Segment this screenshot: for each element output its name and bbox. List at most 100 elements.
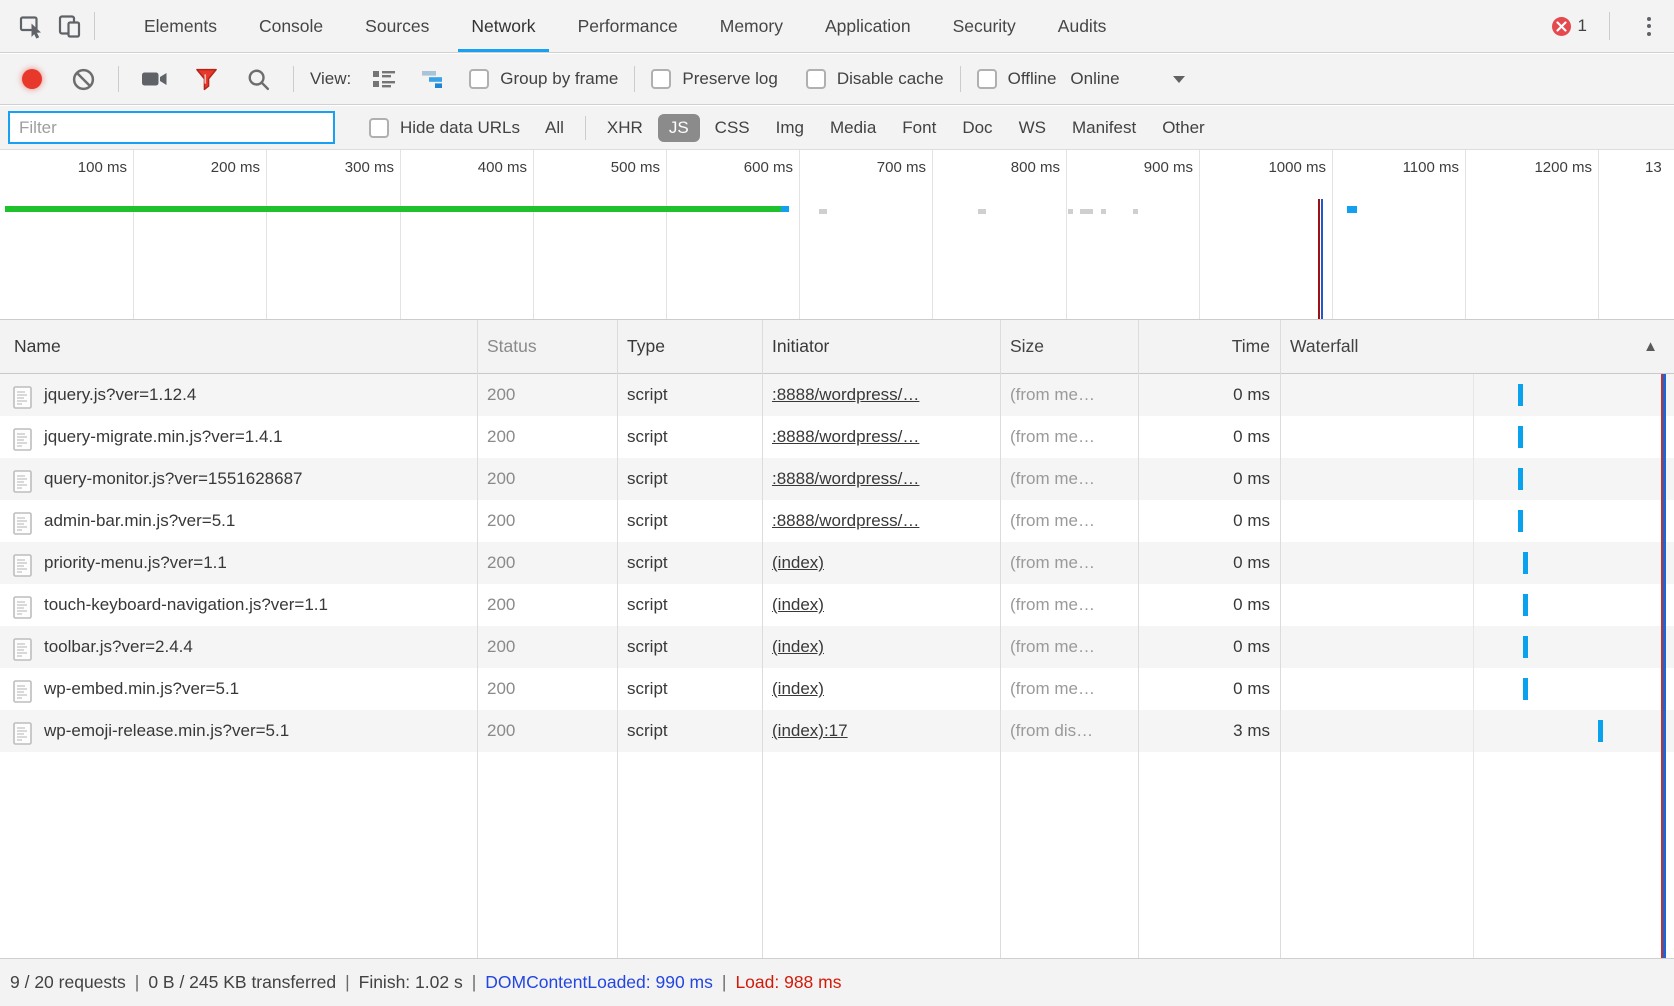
- tab-label: Application: [825, 16, 911, 37]
- request-row[interactable]: jquery-migrate.min.js?ver=1.4.1 200 scri…: [0, 416, 1674, 458]
- device-toolbar-icon[interactable]: [50, 7, 88, 45]
- filter-funnel-icon[interactable]: [187, 60, 225, 98]
- disable-cache-checkbox[interactable]: [806, 69, 826, 89]
- script-file-icon: [13, 425, 32, 448]
- overview-tick-label: 1200 ms: [1502, 159, 1592, 176]
- request-row[interactable]: admin-bar.min.js?ver=5.1 200 script :888…: [0, 500, 1674, 542]
- request-row[interactable]: query-monitor.js?ver=1551628687 200 scri…: [0, 458, 1674, 500]
- request-row[interactable]: wp-embed.min.js?ver=5.1 200 script (inde…: [0, 668, 1674, 710]
- preserve-log-label: Preserve log: [682, 69, 777, 89]
- column-header-status[interactable]: Status: [477, 320, 617, 373]
- initiator-link[interactable]: :8888/wordpress/…: [772, 469, 919, 488]
- column-header-waterfall[interactable]: Waterfall ▲: [1280, 320, 1674, 373]
- offline-toggle[interactable]: Offline: [977, 69, 1057, 89]
- tab-sources[interactable]: Sources: [344, 0, 450, 52]
- initiator-link[interactable]: :8888/wordpress/…: [772, 511, 919, 530]
- divider: [634, 66, 635, 92]
- chevron-down-icon[interactable]: [1172, 69, 1186, 89]
- filter-type-xhr[interactable]: XHR: [596, 114, 654, 142]
- overview-tick-label: 1000 ms: [1236, 159, 1326, 176]
- tab-label: Sources: [365, 16, 429, 37]
- list-view-icon[interactable]: [365, 60, 403, 98]
- script-file-icon: [13, 467, 32, 490]
- tab-console[interactable]: Console: [238, 0, 344, 52]
- overview-request-mark: [1101, 209, 1106, 214]
- request-initiator-cell: (index):17: [762, 710, 1000, 752]
- clear-icon[interactable]: [64, 60, 102, 98]
- request-row[interactable]: priority-menu.js?ver=1.1 200 script (ind…: [0, 542, 1674, 584]
- request-row[interactable]: touch-keyboard-navigation.js?ver=1.1 200…: [0, 584, 1674, 626]
- kebab-menu-icon[interactable]: [1634, 17, 1664, 36]
- timeline-overview[interactable]: 100 ms200 ms300 ms400 ms500 ms600 ms700 …: [0, 150, 1674, 320]
- filter-type-img[interactable]: Img: [765, 114, 815, 142]
- view-label: View:: [310, 69, 351, 89]
- request-name-cell: priority-menu.js?ver=1.1: [0, 542, 477, 584]
- request-initiator-cell: (index): [762, 626, 1000, 668]
- tab-elements[interactable]: Elements: [123, 0, 238, 52]
- waterfall-bar: [1523, 636, 1528, 658]
- inspect-cursor-icon[interactable]: [12, 7, 50, 45]
- sort-ascending-icon[interactable]: ▲: [1643, 320, 1658, 373]
- filter-type-css[interactable]: CSS: [704, 114, 761, 142]
- waterfall-view-icon[interactable]: [417, 60, 455, 98]
- filter-type-js[interactable]: JS: [658, 114, 700, 142]
- initiator-link[interactable]: :8888/wordpress/…: [772, 385, 919, 404]
- initiator-link[interactable]: :8888/wordpress/…: [772, 427, 919, 446]
- record-icon[interactable]: [22, 69, 42, 89]
- filter-type-font[interactable]: Font: [891, 114, 947, 142]
- request-initiator-cell: :8888/wordpress/…: [762, 416, 1000, 458]
- overview-tick-label: 1100 ms: [1369, 159, 1459, 176]
- request-name-cell: touch-keyboard-navigation.js?ver=1.1: [0, 584, 477, 626]
- column-header-type[interactable]: Type: [617, 320, 762, 373]
- request-status: 200: [477, 584, 617, 626]
- tab-memory[interactable]: Memory: [699, 0, 804, 52]
- hide-data-urls-checkbox[interactable]: [369, 118, 389, 138]
- initiator-link[interactable]: (index): [772, 637, 824, 656]
- request-type: script: [617, 416, 762, 458]
- request-name: priority-menu.js?ver=1.1: [44, 553, 227, 572]
- initiator-link[interactable]: (index): [772, 595, 824, 614]
- filter-type-manifest[interactable]: Manifest: [1061, 114, 1147, 142]
- initiator-link[interactable]: (index): [772, 553, 824, 572]
- throttling-select[interactable]: Online: [1070, 69, 1119, 89]
- group-by-frame-toggle[interactable]: Group by frame: [469, 69, 618, 89]
- initiator-link[interactable]: (index):17: [772, 721, 848, 740]
- preserve-log-checkbox[interactable]: [651, 69, 671, 89]
- waterfall-bar: [1598, 720, 1603, 742]
- console-error-badge[interactable]: 1: [1552, 16, 1587, 36]
- request-row[interactable]: jquery.js?ver=1.12.4 200 script :8888/wo…: [0, 374, 1674, 416]
- tab-audits[interactable]: Audits: [1037, 0, 1128, 52]
- request-type: script: [617, 584, 762, 626]
- column-header-time[interactable]: Time: [1138, 320, 1270, 373]
- search-icon[interactable]: [239, 60, 277, 98]
- initiator-link[interactable]: (index): [772, 679, 824, 698]
- request-name-cell: admin-bar.min.js?ver=5.1: [0, 500, 477, 542]
- filter-type-all[interactable]: All: [534, 114, 575, 142]
- request-row[interactable]: wp-emoji-release.min.js?ver=5.1 200 scri…: [0, 710, 1674, 752]
- tab-network[interactable]: Network: [450, 0, 556, 52]
- tab-application[interactable]: Application: [804, 0, 932, 52]
- request-row[interactable]: toolbar.js?ver=2.4.4 200 script (index) …: [0, 626, 1674, 668]
- filter-type-media[interactable]: Media: [819, 114, 887, 142]
- request-name-cell: jquery.js?ver=1.12.4: [0, 374, 477, 416]
- preserve-log-toggle[interactable]: Preserve log: [651, 69, 777, 89]
- resource-type-filters: All XHRJSCSSImgMediaFontDocWSManifestOthe…: [534, 114, 1216, 142]
- filter-type-doc[interactable]: Doc: [951, 114, 1003, 142]
- filter-type-other[interactable]: Other: [1151, 114, 1216, 142]
- group-by-frame-checkbox[interactable]: [469, 69, 489, 89]
- tab-security[interactable]: Security: [932, 0, 1037, 52]
- request-time: 0 ms: [1138, 542, 1270, 584]
- script-file-icon: [13, 719, 32, 742]
- tab-performance[interactable]: Performance: [557, 0, 699, 52]
- capture-screenshots-icon[interactable]: [135, 60, 173, 98]
- filter-type-ws[interactable]: WS: [1008, 114, 1057, 142]
- waterfall-cell: [1280, 584, 1674, 626]
- column-header-name[interactable]: Name: [0, 320, 477, 373]
- request-time: 0 ms: [1138, 626, 1270, 668]
- column-header-initiator[interactable]: Initiator: [762, 320, 1000, 373]
- hide-data-urls-toggle[interactable]: Hide data URLs: [369, 118, 520, 138]
- disable-cache-toggle[interactable]: Disable cache: [806, 69, 944, 89]
- filter-input[interactable]: [8, 111, 335, 144]
- offline-checkbox[interactable]: [977, 69, 997, 89]
- column-header-size[interactable]: Size: [1000, 320, 1138, 373]
